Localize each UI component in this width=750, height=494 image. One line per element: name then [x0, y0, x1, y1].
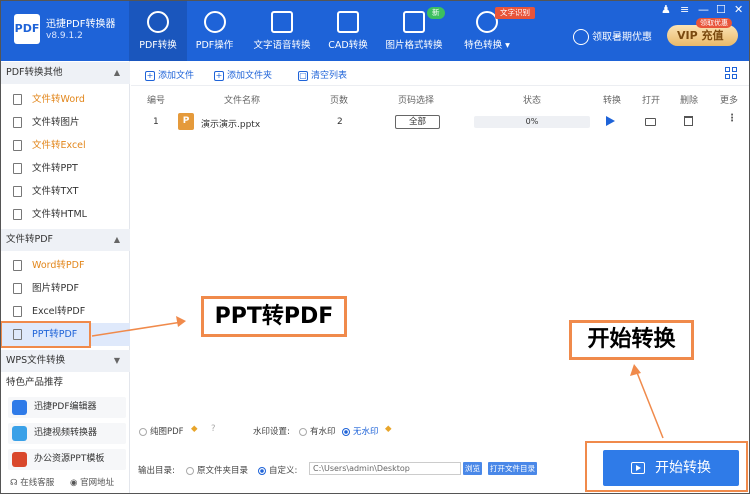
folder-open-icon[interactable] — [645, 118, 656, 126]
image-icon — [403, 11, 425, 33]
table-header: 编号 文件名称 页数 页码选择 状态 转换 打开 删除 更多 — [147, 96, 739, 106]
sidebar-section-to-pdf[interactable]: 文件转PDF ▲ — [0, 229, 130, 251]
help-icon[interactable]: ? — [211, 424, 216, 434]
file-icon — [13, 140, 22, 151]
chevron-down-icon: ▾ — [505, 40, 510, 51]
cad-icon — [337, 11, 359, 33]
maximize-icon[interactable]: ☐ — [716, 3, 726, 16]
table-row: 1 演示演示.pptx 2 — [131, 110, 750, 134]
custom-folder-radio[interactable]: 自定义: — [258, 464, 297, 476]
skin-icon[interactable]: ♟ — [661, 3, 671, 16]
avatar — [573, 29, 589, 45]
login-link[interactable]: 领取暑期优惠 — [573, 28, 652, 45]
sidebar-section-pdf-other[interactable]: PDF转换其他 ▲ — [0, 62, 130, 84]
browse-button[interactable]: 浏览 — [463, 462, 482, 475]
clear-icon: ▢ — [298, 70, 308, 81]
ocr-badge: 文字识别 — [495, 7, 535, 19]
row-file-name: 演示演示.pptx — [201, 120, 261, 130]
open-folder-button[interactable]: 打开文件目录 — [488, 462, 537, 475]
progress-bar: 0% — [474, 116, 590, 128]
ppt-file-icon: P — [178, 113, 194, 130]
website-link[interactable]: ◉ 官网地址 — [70, 476, 114, 488]
convert-icon — [147, 11, 169, 33]
audio-wave-icon — [271, 11, 293, 33]
chevron-down-icon: ▼ — [113, 356, 120, 365]
gear-icon — [203, 11, 226, 33]
original-folder-radio[interactable]: 原文件夹目录 — [186, 464, 248, 476]
sidebar-item-excel-pdf[interactable]: Excel转PDF — [0, 300, 130, 323]
headset-icon: ☊ — [10, 478, 18, 488]
product-video-converter[interactable]: 迅捷视频转换器 — [8, 423, 126, 444]
title-bar: PDF 迅捷PDF转换器 v8.9.1.2 PDF转换 PDF操作 文字语音转换… — [0, 0, 750, 61]
file-icon — [13, 283, 22, 294]
close-icon[interactable]: ✕ — [734, 3, 743, 16]
menu-icon[interactable]: ≡ — [680, 3, 689, 16]
chevron-up-icon: ▲ — [113, 235, 120, 244]
with-watermark-radio[interactable]: 有水印 — [299, 425, 336, 437]
file-icon — [13, 163, 22, 174]
minimize-icon[interactable]: — — [698, 3, 709, 16]
app-version: v8.9.1.2 — [46, 31, 83, 41]
callout-start: 开始转换 — [569, 320, 694, 360]
row-number: 1 — [153, 117, 159, 127]
add-folder-button[interactable]: + 添加文件夹 — [214, 68, 272, 81]
sidebar-item-to-html[interactable]: 文件转HTML — [0, 203, 130, 226]
page-range-button[interactable]: 全部 — [395, 115, 440, 129]
sidebar-item-to-ppt[interactable]: 文件转PPT — [0, 157, 130, 180]
row-page-count: 2 — [337, 117, 343, 127]
globe-icon: ◉ — [70, 478, 78, 488]
pdf-editor-icon — [12, 400, 27, 415]
new-badge: 新 — [427, 7, 445, 19]
sidebar-section-wps[interactable]: WPS文件转换 ▼ — [0, 350, 130, 372]
tab-cad[interactable]: CAD转换 — [322, 0, 374, 61]
vip-diamond-icon: ◆ — [191, 424, 198, 434]
app-logo: PDF — [14, 14, 40, 44]
tab-text-speech[interactable]: 文字语音转换 — [244, 0, 320, 61]
play-icon[interactable] — [606, 116, 615, 126]
callout-ppt-pdf: PPT转PDF — [201, 296, 347, 337]
tab-pdf-convert[interactable]: PDF转换 — [129, 0, 187, 61]
file-icon — [13, 117, 22, 128]
add-file-button[interactable]: + 添加文件 — [145, 68, 194, 81]
tab-pdf-operate[interactable]: PDF操作 — [187, 0, 242, 61]
video-converter-icon — [12, 426, 27, 441]
output-path-input[interactable]: C:\Users\admin\Desktop — [309, 462, 461, 475]
options-bar: 纯图PDF ◆ ? 水印设置: 有水印 无水印 ◆ — [131, 420, 750, 440]
vip-discount-tag: 领取优惠 — [696, 18, 732, 28]
sidebar-item-word-pdf[interactable]: Word转PDF — [0, 254, 130, 277]
vip-diamond-icon: ◆ — [385, 424, 392, 434]
sidebar: PDF转换其他 ▲ 文件转Word 文件转图片 文件转Excel 文件转PPT 文… — [0, 61, 130, 494]
file-icon — [13, 260, 22, 271]
pure-pdf-checkbox[interactable]: 纯图PDF — [139, 425, 184, 437]
product-ppt-template[interactable]: 办公资源PPT模板 — [8, 449, 126, 470]
clear-list-button[interactable]: ▢ 清空列表 — [298, 68, 347, 81]
chevron-up-icon: ▲ — [113, 68, 120, 77]
online-support-link[interactable]: ☊ 在线客服 — [10, 476, 54, 488]
sidebar-item-to-image[interactable]: 文件转图片 — [0, 111, 130, 134]
sidebar-item-to-word[interactable]: 文件转Word — [0, 88, 130, 111]
file-icon — [13, 209, 22, 220]
output-label: 输出目录: — [138, 466, 175, 476]
file-icon — [13, 186, 22, 197]
sidebar-item-to-txt[interactable]: 文件转TXT — [0, 180, 130, 203]
ppt-template-icon — [12, 452, 27, 467]
file-icon — [13, 94, 22, 105]
more-icon[interactable]: ⋮ — [727, 113, 737, 124]
watermark-label: 水印设置: — [253, 427, 290, 437]
highlight-ppt-pdf — [0, 321, 91, 348]
file-icon — [13, 306, 22, 317]
trash-icon[interactable] — [684, 116, 693, 126]
sidebar-item-to-excel[interactable]: 文件转Excel — [0, 134, 130, 157]
app-name: 迅捷PDF转换器 — [46, 19, 116, 30]
file-toolbar: + 添加文件 + 添加文件夹 ▢ 清空列表 — [131, 61, 750, 86]
product-pdf-editor[interactable]: 迅捷PDF编辑器 — [8, 397, 126, 418]
grid-view-icon[interactable] — [725, 67, 737, 79]
no-watermark-radio[interactable]: 无水印 — [342, 425, 379, 437]
plus-icon: + — [145, 70, 155, 81]
sidebar-item-image-pdf[interactable]: 图片转PDF — [0, 277, 130, 300]
plus-icon: + — [214, 70, 224, 81]
highlight-start-button — [585, 441, 748, 492]
sidebar-section-products: 特色产品推荐 — [6, 377, 64, 388]
vip-button[interactable]: VIP 充值 — [667, 25, 738, 46]
